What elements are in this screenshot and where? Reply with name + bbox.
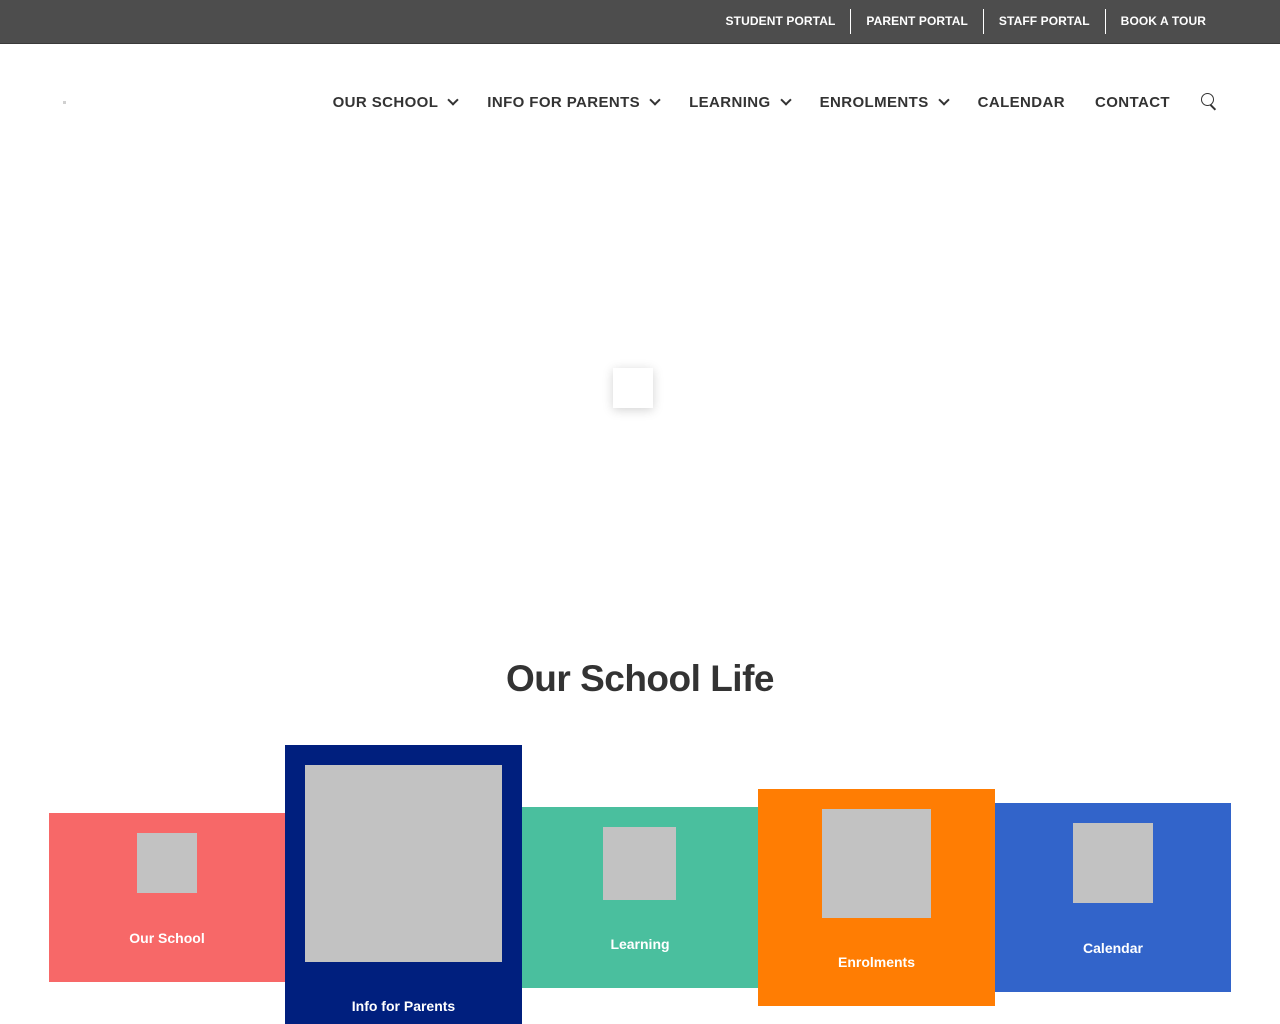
divider xyxy=(850,9,852,34)
search-handle xyxy=(1209,104,1216,111)
nav-item-enrolments[interactable]: ENROLMENTS xyxy=(819,93,950,111)
site-logo[interactable] xyxy=(63,101,66,104)
nav-item-info-for-parents[interactable]: INFO FOR PARENTS xyxy=(487,93,661,111)
top-utility-bar: STUDENT PORTAL PARENT PORTAL STAFF PORTA… xyxy=(0,0,1280,44)
nav-item-label: LEARNING xyxy=(689,93,771,111)
nav-item-our-school[interactable]: OUR SCHOOL xyxy=(332,93,459,111)
student-portal-link[interactable]: STUDENT PORTAL xyxy=(718,9,844,34)
section-title: Our School Life xyxy=(506,658,774,699)
chevron-down-icon xyxy=(779,94,792,106)
chevron-down-icon xyxy=(447,94,459,106)
nav-item-label: INFO FOR PARENTS xyxy=(487,93,641,111)
tile-image xyxy=(305,765,502,962)
tile-our-school[interactable]: Our School xyxy=(49,813,285,982)
search-lens xyxy=(1201,93,1214,106)
nav-item-contact[interactable]: CONTACT xyxy=(1095,94,1170,111)
tile-image xyxy=(1073,823,1153,903)
tile-learning[interactable]: Learning xyxy=(522,807,758,988)
nav-item-label: ENROLMENTS xyxy=(819,93,929,111)
tile-image xyxy=(137,833,197,893)
tile-calendar[interactable]: Calendar xyxy=(995,803,1231,992)
chevron-down-icon xyxy=(649,94,661,106)
portal-links: STUDENT PORTAL PARENT PORTAL STAFF PORTA… xyxy=(718,0,1214,43)
chevron-down-icon xyxy=(937,94,950,106)
tile-label: Learning xyxy=(610,936,670,952)
book-a-tour-link[interactable]: BOOK A TOUR xyxy=(1113,9,1214,34)
tile-label: Our School xyxy=(129,930,205,946)
tile-image xyxy=(822,809,931,918)
tile-label: Info for Parents xyxy=(351,998,456,1014)
nav-item-calendar[interactable]: CALENDAR xyxy=(978,94,1065,111)
divider xyxy=(982,9,984,34)
site-header: OUR SCHOOL INFO FOR PARENTS LEARNING ENR… xyxy=(0,44,1280,160)
nav-item-learning[interactable]: LEARNING xyxy=(689,93,792,111)
hero-loading-spinner xyxy=(613,368,653,408)
staff-portal-link[interactable]: STAFF PORTAL xyxy=(991,9,1098,34)
nav-item-label: CONTACT xyxy=(1094,93,1170,111)
divider xyxy=(1104,9,1106,34)
tile-image xyxy=(603,827,676,900)
main-nav: OUR SCHOOL INFO FOR PARENTS LEARNING ENR… xyxy=(333,88,1218,116)
tile-label: Enrolments xyxy=(837,954,915,970)
nav-item-label: OUR SCHOOL xyxy=(332,93,439,111)
parent-portal-link[interactable]: PARENT PORTAL xyxy=(858,9,976,34)
nav-item-label: CALENDAR xyxy=(977,93,1065,111)
tile-label: Calendar xyxy=(1083,940,1143,956)
search-icon[interactable] xyxy=(1200,93,1218,111)
tile-enrolments[interactable]: Enrolments xyxy=(758,789,995,1006)
tile-info-for-parents[interactable]: Info for Parents xyxy=(285,745,522,1024)
